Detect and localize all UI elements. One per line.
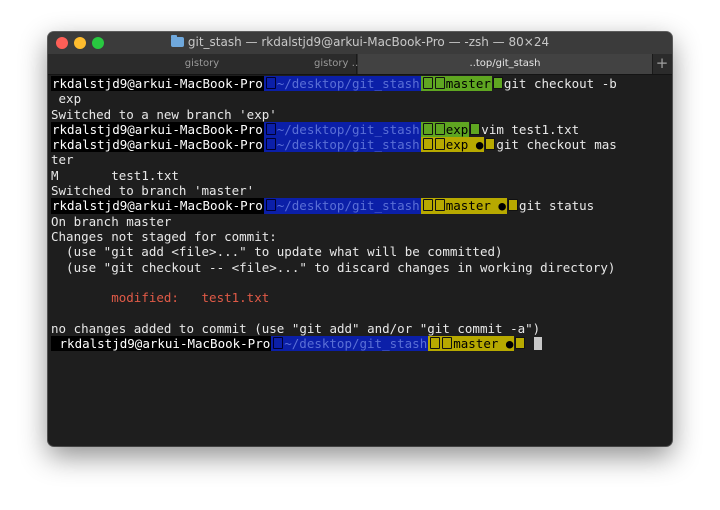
output-line: Changes not staged for commit:	[51, 228, 277, 244]
prompt-line: rkdalstjd9@arkui-MacBook-Pro ~/desktop/gi…	[51, 76, 672, 92]
prompt-user-host: rkdalstjd9@arkui-MacBook-Pro	[51, 137, 264, 153]
new-tab-button[interactable]: +	[652, 54, 672, 74]
output-line: (use "git add <file>..." to update what …	[51, 244, 503, 260]
prompt-line: rkdalstjd9@arkui-MacBook-Pro ~/desktop/gi…	[51, 121, 672, 138]
glyph-icon	[265, 199, 276, 212]
glyph-icon	[422, 77, 433, 89]
glyph-icon	[422, 199, 433, 212]
window-title: git_stash — rkdalstjd9@arkui-MacBook-Pro…	[48, 35, 672, 49]
prompt-branch: master ●	[428, 336, 515, 352]
prompt-path: ~/desktop/git_stash	[271, 336, 429, 352]
glyph-icon	[507, 199, 518, 212]
glyph-icon	[470, 122, 481, 135]
tab-git-stash[interactable]: ..top/git_stash	[358, 54, 653, 74]
glyph-icon	[492, 77, 503, 89]
prompt-branch: exp	[420, 121, 470, 138]
terminal-output[interactable]: rkdalstjd9@arkui-MacBook-Pro ~/desktop/gi…	[51, 76, 672, 444]
prompt-user-host: rkdalstjd9@arkui-MacBook-Pro	[51, 76, 264, 92]
prompt-user-host: rkdalstjd9@arkui-MacBook-Pro	[51, 121, 264, 138]
command-text: git status	[518, 198, 595, 214]
title-bar: git_stash — rkdalstjd9@arkui-MacBook-Pro…	[48, 32, 672, 55]
glyph-icon	[485, 138, 496, 151]
branch-icon	[434, 77, 445, 89]
text-cursor	[534, 337, 542, 351]
output-line: ter	[51, 152, 74, 168]
tab-gistory[interactable]: gistory	[48, 54, 357, 74]
glyph-icon	[265, 138, 276, 151]
prompt-line[interactable]: rkdalstjd9@arkui-MacBook-Pro ~/desktop/gi…	[51, 336, 672, 352]
glyph-icon	[265, 122, 276, 135]
output-line: M test1.txt	[51, 167, 179, 183]
tab-gistory-2[interactable]: gistory …	[314, 54, 362, 74]
glyph-icon	[515, 337, 526, 350]
branch-icon	[442, 337, 453, 350]
glyph-icon	[265, 77, 276, 89]
output-line: (use "git checkout -- <file>..." to disc…	[51, 259, 616, 275]
prompt-path: ~/desktop/git_stash	[263, 76, 421, 92]
output-line: Switched to branch 'master'	[51, 183, 255, 199]
glyph-icon	[273, 337, 284, 350]
modified-line: modified: test1.txt	[111, 290, 270, 306]
prompt-path: ~/desktop/git_stash	[263, 137, 421, 153]
branch-icon	[434, 122, 445, 135]
command-text: git checkout -b	[503, 76, 617, 91]
output-line: On branch master	[51, 213, 172, 229]
command-text: git checkout mas	[496, 137, 617, 153]
output-line: Switched to a new branch 'exp'	[51, 106, 277, 122]
window-title-text: git_stash — rkdalstjd9@arkui-MacBook-Pro…	[187, 35, 550, 49]
glyph-icon	[430, 337, 441, 350]
output-line: exp	[58, 91, 82, 107]
prompt-user-host: rkdalstjd9@arkui-MacBook-Pro	[51, 198, 264, 214]
folder-icon	[170, 35, 184, 47]
prompt-path: ~/desktop/git_stash	[263, 198, 421, 214]
prompt-line: rkdalstjd9@arkui-MacBook-Pro ~/desktop/gi…	[51, 198, 672, 214]
glyph-icon	[422, 138, 433, 151]
prompt-line: rkdalstjd9@arkui-MacBook-Pro ~/desktop/gi…	[51, 137, 672, 153]
branch-icon	[434, 199, 445, 212]
branch-icon	[434, 138, 445, 151]
glyph-icon	[422, 122, 433, 135]
tab-bar: gistory gistory … ..top/git_stash +	[48, 54, 672, 75]
prompt-branch: master	[420, 76, 492, 92]
prompt-path: ~/desktop/git_stash	[263, 121, 421, 138]
prompt-user-host: rkdalstjd9@arkui-MacBook-Pro	[51, 336, 272, 352]
prompt-branch: master ●	[420, 198, 507, 214]
prompt-branch: exp ●	[420, 137, 485, 153]
output-line: no changes added to commit (use "git add…	[51, 320, 541, 336]
terminal-window: git_stash — rkdalstjd9@arkui-MacBook-Pro…	[48, 32, 672, 446]
command-text: vim test1.txt	[481, 121, 580, 137]
